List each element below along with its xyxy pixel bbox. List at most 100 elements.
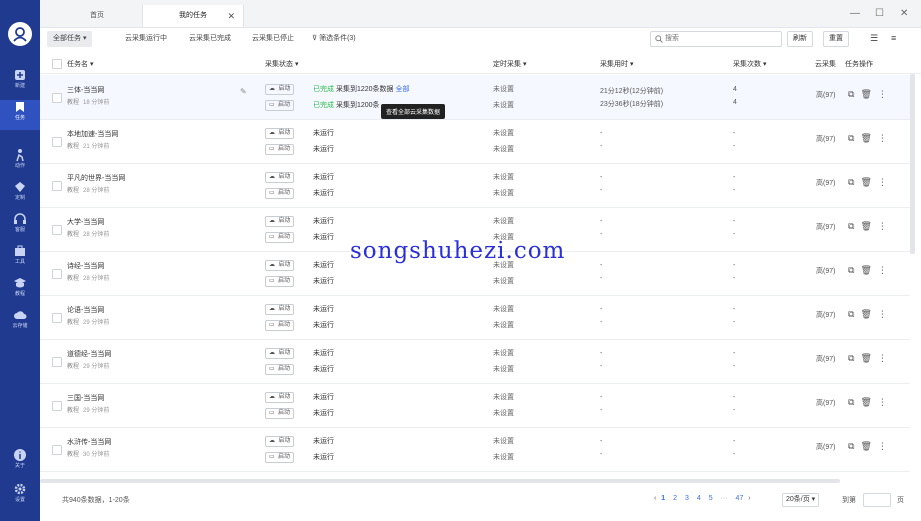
col-cloud-header[interactable]: 云采集 <box>815 59 837 69</box>
page-47[interactable]: 47 <box>736 495 744 502</box>
trash-icon[interactable]: 🗑 <box>860 265 871 275</box>
col-schedule-header[interactable]: 定时采集 ▾ <box>493 59 526 69</box>
sidebar-item-new[interactable]: 新建 <box>0 68 40 98</box>
task-name[interactable]: 道德经-当当网 <box>67 349 111 359</box>
page-size-select[interactable]: 20条/页 ▾ <box>782 493 820 507</box>
trash-icon[interactable]: 🗑 <box>860 177 871 187</box>
search-input[interactable] <box>665 32 765 44</box>
row-checkbox[interactable] <box>52 93 62 103</box>
sidebar-item-settings[interactable]: 设置 <box>0 482 40 512</box>
tab-home[interactable]: 首页 <box>52 5 142 27</box>
task-name[interactable]: 本地加速-当当网 <box>67 129 118 139</box>
cloud-start-control[interactable]: ☁ 启动 <box>265 348 295 359</box>
local-start-control[interactable]: ▭ 启动 <box>265 276 295 287</box>
copy-icon[interactable]: ⧉ <box>848 89 854 99</box>
col-duration-header[interactable]: 采集用时 ▾ <box>600 59 633 69</box>
refresh-button[interactable]: 刷新 <box>787 31 813 47</box>
task-name[interactable]: 三国-当当网 <box>67 393 104 403</box>
cloud-start-control[interactable]: ☁ 启动 <box>265 128 295 139</box>
sidebar-item-task[interactable]: 任务 <box>0 100 40 130</box>
page-2[interactable]: 2 <box>673 495 677 502</box>
table-row[interactable]: 本地加速-当当网 教程 21 分钟前 ☁ 启动 未运行 ▭ 启动 未运行 未设置 未设置 - - - -… <box>40 119 910 164</box>
vertical-scrollbar[interactable] <box>910 74 915 254</box>
row-checkbox[interactable] <box>52 313 62 323</box>
task-name[interactable]: 诗经-当当网 <box>67 261 104 271</box>
horizontal-scrollbar[interactable] <box>40 479 840 483</box>
task-name[interactable]: 论语-当当网 <box>67 305 104 315</box>
row-checkbox[interactable] <box>52 225 62 235</box>
reset-button[interactable]: 重置 <box>823 31 849 47</box>
trash-icon[interactable]: 🗑 <box>860 133 871 143</box>
more-icon[interactable]: ⋮ <box>878 265 887 275</box>
all-tasks-dropdown[interactable]: 全部任务 ▾ <box>47 31 93 47</box>
local-start-control[interactable]: ▭ 启动 <box>265 188 295 199</box>
more-icon[interactable]: ⋮ <box>878 133 887 143</box>
local-start-control[interactable]: ▭ 启动 <box>265 320 295 331</box>
cloud-start-control[interactable]: ☁ 启动 <box>265 436 295 447</box>
sidebar-item-action[interactable]: 动作 <box>0 148 40 178</box>
cloud-start-control[interactable]: ☁ 启动 <box>265 84 295 95</box>
col-status-header[interactable]: 采集状态 ▾ <box>265 59 298 69</box>
prev-page-icon[interactable]: ‹ <box>654 495 656 502</box>
cloud-stopped-filter[interactable]: 云采集已停止 <box>252 31 294 47</box>
row-checkbox[interactable] <box>52 445 62 455</box>
copy-icon[interactable]: ⧉ <box>848 265 854 275</box>
goto-page-input[interactable] <box>863 493 891 507</box>
cloud-start-control[interactable]: ☁ 启动 <box>265 392 295 403</box>
local-start-control[interactable]: ▭ 启动 <box>265 232 295 243</box>
filter-button[interactable]: ⊽ 筛选条件(3) <box>312 31 356 47</box>
trash-icon[interactable]: 🗑 <box>860 89 871 99</box>
cloud-start-control[interactable]: ☁ 启动 <box>265 172 295 183</box>
table-row[interactable]: 三体-当当网 教程 18 分钟前 ✎ ☁ 启动 已完成 采集到1220条数据 全部 ▭ 启动… <box>40 75 910 120</box>
cloud-start-control[interactable]: ☁ 启动 <box>265 216 295 227</box>
copy-icon[interactable]: ⧉ <box>848 353 854 363</box>
page-5[interactable]: 5 <box>709 495 713 502</box>
cloud-done-filter[interactable]: 云采集已完成 <box>189 31 231 47</box>
copy-icon[interactable]: ⧉ <box>848 441 854 451</box>
copy-icon[interactable]: ⧉ <box>848 177 854 187</box>
local-start-control[interactable]: ▭ 启动 <box>265 452 295 463</box>
select-all-checkbox[interactable] <box>52 59 62 69</box>
more-icon[interactable]: ⋮ <box>878 353 887 363</box>
search-box[interactable] <box>650 31 782 47</box>
page-3[interactable]: 3 <box>685 495 689 502</box>
table-row[interactable]: 论语-当当网 教程 29 分钟前 ☁ 启动 未运行 ▭ 启动 未运行 未设置 未设置 - - - - 高(… <box>40 295 910 340</box>
copy-icon[interactable]: ⧉ <box>848 397 854 407</box>
col-name-header[interactable]: 任务名 ▾ <box>67 59 93 69</box>
copy-icon[interactable]: ⧉ <box>848 309 854 319</box>
local-start-control[interactable]: ▭ 启动 <box>265 364 295 375</box>
trash-icon[interactable]: 🗑 <box>860 221 871 231</box>
row-checkbox[interactable] <box>52 137 62 147</box>
next-page-icon[interactable]: › <box>748 495 750 502</box>
page-1[interactable]: 1 <box>661 495 665 502</box>
cloud-start-control[interactable]: ☁ 启动 <box>265 260 295 271</box>
trash-icon[interactable]: 🗑 <box>860 441 871 451</box>
copy-icon[interactable]: ⧉ <box>848 133 854 143</box>
table-row[interactable]: 平凡的世界-当当网 教程 28 分钟前 ☁ 启动 未运行 ▭ 启动 未运行 未设置 未设置 - - -… <box>40 163 910 208</box>
table-row[interactable]: 三国-当当网 教程 29 分钟前 ☁ 启动 未运行 ▭ 启动 未运行 未设置 未设置 - - - - 高(… <box>40 383 910 428</box>
window-close-icon[interactable]: ✕ <box>900 8 908 19</box>
trash-icon[interactable]: 🗑 <box>860 397 871 407</box>
task-name[interactable]: 大学-当当网 <box>67 217 104 227</box>
task-name[interactable]: 平凡的世界-当当网 <box>67 173 125 183</box>
maximize-icon[interactable]: ☐ <box>875 8 884 19</box>
more-icon[interactable]: ⋮ <box>878 177 887 187</box>
close-icon[interactable]: ✕ <box>227 5 235 27</box>
sidebar-item-service[interactable]: 客服 <box>0 212 40 242</box>
cloud-running-filter[interactable]: 云采集运行中 <box>125 31 167 47</box>
sidebar-item-tutorial[interactable]: 教程 <box>0 276 40 306</box>
row-checkbox[interactable] <box>52 401 62 411</box>
more-icon[interactable]: ⋮ <box>878 221 887 231</box>
cloud-start-control[interactable]: ☁ 启动 <box>265 304 295 315</box>
page-4[interactable]: 4 <box>697 495 701 502</box>
tab-my-tasks[interactable]: 我的任务 ✕ <box>142 5 244 27</box>
local-start-control[interactable]: ▭ 启动 <box>265 144 295 155</box>
local-start-control[interactable]: ▭ 启动 <box>265 408 295 419</box>
row-checkbox[interactable] <box>52 269 62 279</box>
local-start-control[interactable]: ▭ 启动 <box>265 100 295 111</box>
more-icon[interactable]: ⋮ <box>878 441 887 451</box>
table-row[interactable]: 水浒传-当当网 教程 30 分钟前 ☁ 启动 未运行 ▭ 启动 未运行 未设置 未设置 - - - - 高… <box>40 427 910 472</box>
row-checkbox[interactable] <box>52 357 62 367</box>
column-settings-icon[interactable]: ≡ <box>891 33 896 43</box>
col-count-header[interactable]: 采集次数 ▾ <box>733 59 766 69</box>
